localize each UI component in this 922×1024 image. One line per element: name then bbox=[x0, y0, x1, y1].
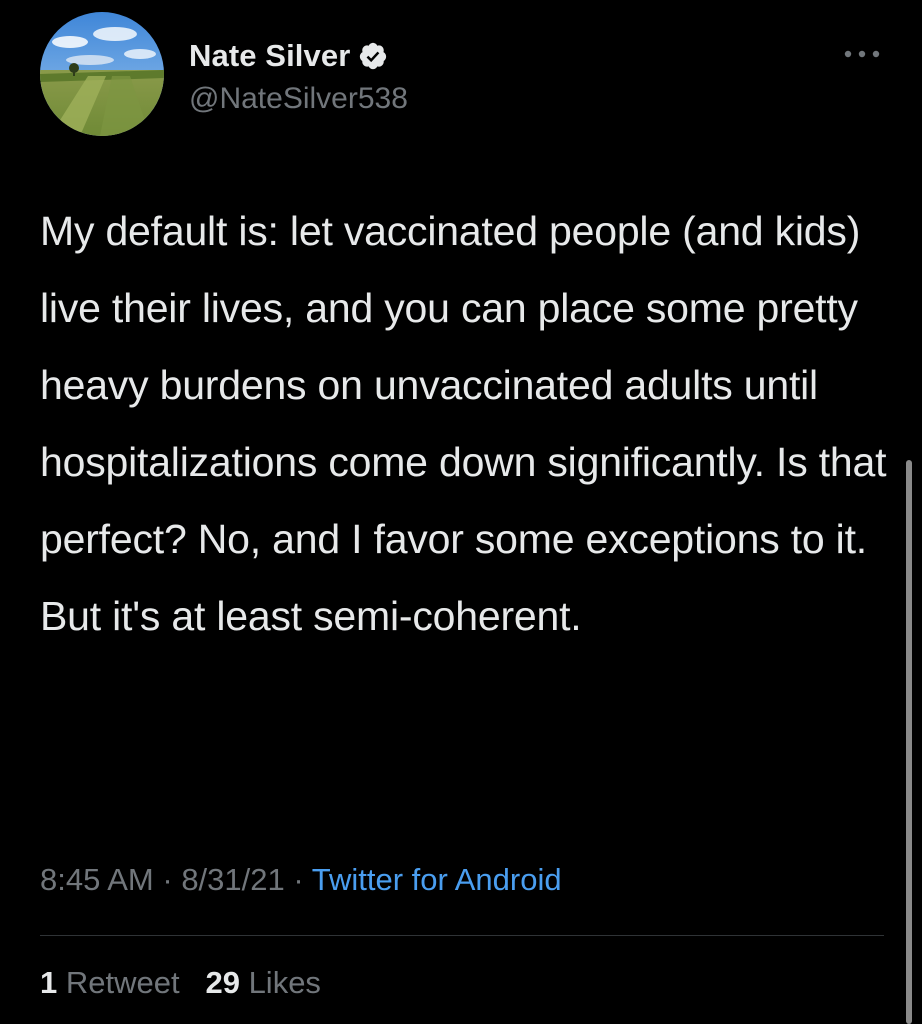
likes-label: Likes bbox=[248, 965, 321, 1000]
user-handle[interactable]: @NateSilver538 bbox=[189, 82, 408, 116]
meta-separator: · bbox=[284, 862, 312, 897]
avatar[interactable] bbox=[40, 12, 164, 136]
field-landscape-avatar-image bbox=[40, 12, 164, 136]
divider bbox=[40, 935, 884, 936]
scrollbar[interactable] bbox=[906, 460, 912, 1024]
tweet-header: Nate Silver @NateSilver538 bbox=[40, 12, 880, 142]
more-options-icon[interactable] bbox=[842, 46, 882, 62]
tweet-detail: Nate Silver @NateSilver538 My default is… bbox=[0, 0, 922, 1024]
tweet-time[interactable]: 8:45 AM bbox=[40, 862, 154, 897]
retweets-label: Retweet bbox=[65, 965, 180, 1000]
likes-count: 29 bbox=[205, 965, 240, 1000]
meta-separator: · bbox=[153, 862, 182, 897]
tweet-text: My default is: let vaccinated people (an… bbox=[40, 208, 887, 639]
retweets-stat[interactable]: 1 Retweet bbox=[40, 965, 180, 1000]
tweet-stats: 1 Retweet 29 Likes bbox=[40, 965, 321, 1001]
display-name[interactable]: Nate Silver bbox=[189, 38, 350, 74]
retweets-count: 1 bbox=[40, 965, 58, 1000]
tweet-meta: 8:45 AM · 8/31/21 · Twitter for Android bbox=[40, 862, 562, 898]
likes-stat[interactable]: 29 Likes bbox=[205, 965, 320, 1000]
name-row: Nate Silver bbox=[189, 36, 388, 76]
tweet-date[interactable]: 8/31/21 bbox=[181, 862, 284, 897]
verified-badge-icon bbox=[358, 41, 388, 71]
tweet-source-link[interactable]: Twitter for Android bbox=[312, 862, 562, 897]
